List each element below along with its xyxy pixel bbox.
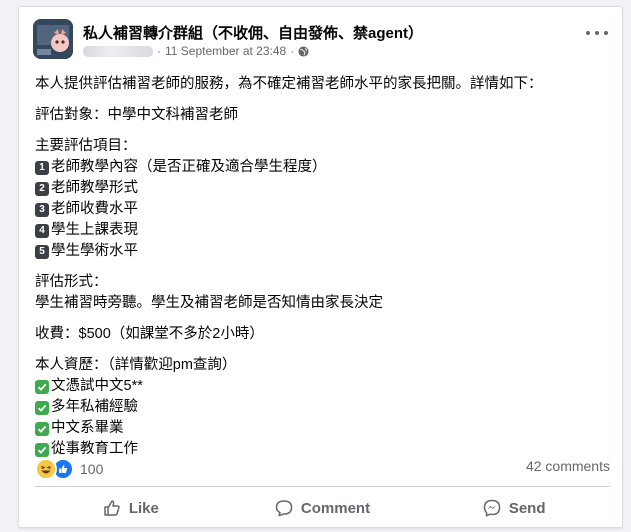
list-item: 文憑試中文5**	[35, 376, 610, 397]
list-item-text: 老師教學形式	[51, 180, 138, 196]
meta-separator: ·	[157, 44, 161, 58]
post-meta: · 11 September at 23:48 ·	[83, 44, 309, 58]
more-options-icon[interactable]	[586, 27, 608, 39]
list-item-text: 從事教育工作	[51, 441, 138, 457]
like-button[interactable]: Like	[35, 494, 227, 522]
list-item-text: 老師教學內容（是否正確及適合學生程度）	[51, 159, 327, 175]
quals-heading: 本人資歷：（詳情歡迎pm查詢）	[35, 357, 237, 373]
haha-emoji-icon	[35, 458, 57, 480]
list-item: 中文系畢業	[35, 418, 610, 439]
send-label: Send	[508, 499, 546, 517]
post-card: 私人補習轉介群組（不收佣、自由發佈、禁agent） · 11 September…	[18, 6, 623, 528]
list-item: 2 老師教學形式	[35, 178, 610, 199]
format-text: 學生補習時旁聽。學生及補習老師是否知情由家長決定	[35, 295, 383, 311]
send-button[interactable]: Send	[418, 494, 610, 522]
keycap-digit-5-icon: 5	[35, 244, 49, 259]
post-intro: 本人提供評估補習老師的服務，為不確定補習老師水平的家長把關。詳情如下：	[35, 76, 543, 92]
like-label: Like	[128, 499, 159, 517]
globe-icon	[298, 45, 309, 57]
items-heading: 主要評估項目：	[35, 138, 137, 154]
check-mark-icon	[35, 379, 49, 394]
post-stats: 100 42 comments	[35, 458, 610, 480]
keycap-digit-1-icon: 1	[35, 160, 49, 175]
fee-text: 收費：$500（如課堂不多於2小時）	[35, 326, 264, 342]
list-item-text: 中文系畢業	[51, 420, 124, 436]
check-mark-icon	[35, 400, 49, 415]
list-item-text: 文憑試中文5**	[51, 378, 143, 394]
list-item: 4 學生上課表現	[35, 220, 610, 241]
divider	[35, 486, 610, 487]
check-mark-icon	[35, 442, 49, 457]
post-target: 評估對象：中學中文科補習老師	[35, 107, 238, 123]
meta-separator: ·	[290, 44, 295, 58]
list-item: 5 學生學術水平	[35, 241, 610, 262]
evaluation-items-block: 主要評估項目： 1 老師教學內容（是否正確及適合學生程度） 2 老師教學形式 3 老師…	[35, 136, 610, 262]
comment-label: Comment	[300, 499, 371, 517]
action-bar: Like Comment Send	[35, 494, 610, 522]
group-avatar[interactable]	[33, 19, 73, 59]
group-name-link[interactable]: 私人補習轉介群組（不收佣、自由發佈、禁agent）	[83, 22, 423, 43]
blurred-author-name[interactable]	[83, 45, 153, 57]
list-item-text: 學生上課表現	[51, 222, 138, 238]
list-item-text: 老師收費水平	[51, 201, 138, 217]
keycap-digit-3-icon: 3	[35, 202, 49, 217]
list-item-text: 學生學術水平	[51, 243, 138, 259]
comment-bubble-icon	[275, 500, 293, 517]
post-body: 本人提供評估補習老師的服務，為不確定補習老師水平的家長把關。詳情如下： 評估對象…	[35, 74, 610, 460]
evaluation-format-block: 評估形式： 學生補習時旁聽。學生及補習老師是否知情由家長決定	[35, 272, 610, 314]
keycap-digit-4-icon: 4	[35, 223, 49, 238]
messenger-icon	[483, 499, 501, 517]
list-item: 從事教育工作	[35, 439, 610, 460]
comments-count-link[interactable]: 42 comments	[526, 458, 610, 474]
list-item: 3 老師收費水平	[35, 199, 610, 220]
reaction-count: 100	[80, 461, 104, 477]
list-item: 1 老師教學內容（是否正確及適合學生程度）	[35, 157, 610, 178]
check-mark-icon	[35, 421, 49, 436]
format-heading: 評估形式：	[35, 274, 108, 290]
thumbs-up-icon	[104, 500, 120, 516]
post-timestamp[interactable]: 11 September at 23:48	[165, 44, 286, 58]
keycap-digit-2-icon: 2	[35, 181, 49, 196]
list-item-text: 多年私補經驗	[51, 399, 138, 415]
list-item: 多年私補經驗	[35, 397, 610, 418]
comment-button[interactable]: Comment	[227, 494, 419, 522]
qualifications-block: 本人資歷：（詳情歡迎pm查詢） 文憑試中文5** 多年私補經驗 中文系畢業 從事…	[35, 355, 610, 460]
reactions-summary[interactable]: 100	[35, 458, 103, 480]
